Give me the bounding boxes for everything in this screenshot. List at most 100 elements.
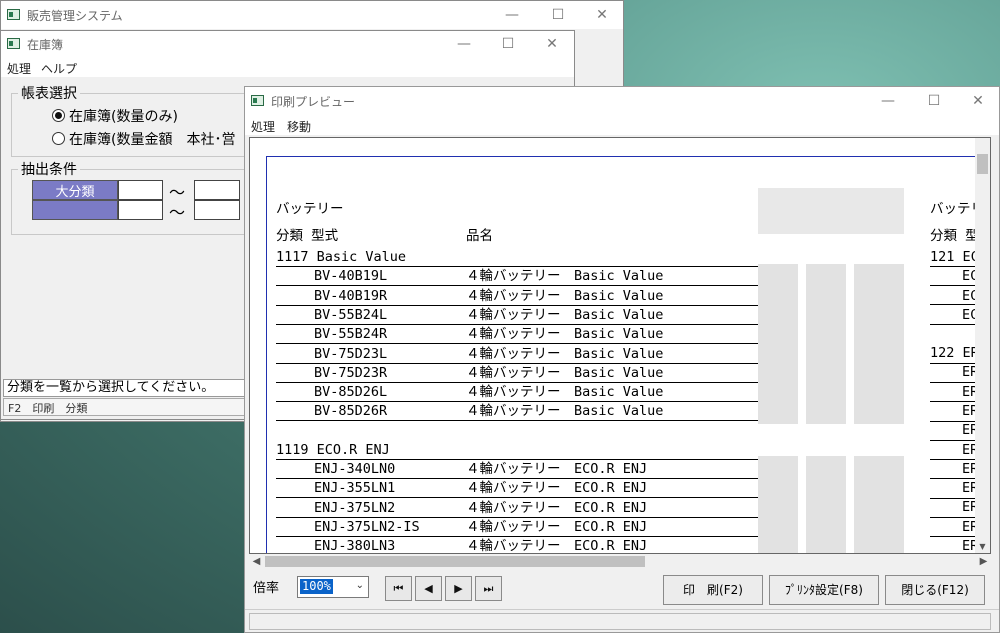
blurred-values xyxy=(758,264,798,424)
preview-window-title: 印刷プレビュー xyxy=(271,95,356,109)
category-label: 大分類 xyxy=(32,180,118,200)
blurred-values xyxy=(758,456,798,553)
report-row-model: BV-75D23L xyxy=(314,345,388,362)
radio-stock-qty-amount[interactable]: 在庫簿(数量金額 本社･営 xyxy=(52,129,235,149)
close-button[interactable]: ✕ xyxy=(529,31,575,57)
preview-menubar: 処理 移動 xyxy=(245,115,999,135)
report-right-group-header: 122 ER xyxy=(930,345,979,361)
page-border-top xyxy=(266,156,986,157)
preview-canvas[interactable]: バッテリー 分類 型式 品名 1117 Basic Value BV-40B19L… xyxy=(249,137,991,554)
report-row-name: ４輪バッテリー ECO.R ENJ xyxy=(466,518,648,535)
range-tilde: ～ xyxy=(169,203,186,222)
prev-page-icon: ◀ xyxy=(424,582,433,595)
report-row-name: ４輪バッテリー ECO.R ENJ xyxy=(466,480,648,497)
report-row-model: BV-40B19L xyxy=(314,268,388,285)
preview-status-cell xyxy=(249,613,991,630)
zoom-label: 倍率 xyxy=(253,581,280,596)
report-row-model: BV-55B24R xyxy=(314,326,388,343)
page-border-left xyxy=(266,156,267,553)
next-page-button[interactable]: ▶ xyxy=(445,576,472,601)
report-row-model: BV-85D26L xyxy=(314,384,388,401)
main-titlebar[interactable]: 販売管理システム — ☐ ✕ xyxy=(1,1,623,29)
stock-titlebar[interactable]: 在庫簿 — ☐ ✕ xyxy=(1,31,574,57)
scroll-down-icon[interactable]: ▼ xyxy=(975,540,990,553)
report-row-model: BV-75D23R xyxy=(314,364,388,381)
preview-status-bar xyxy=(245,609,999,632)
report-row-name: ４輪バッテリー ECO.R ENJ xyxy=(466,499,648,516)
app-icon xyxy=(7,38,20,49)
minimize-button[interactable]: — xyxy=(441,31,487,57)
menu-help[interactable]: ヘルプ xyxy=(41,60,77,77)
stock-menubar: 処理 ヘルプ xyxy=(1,57,574,77)
report-row-name: ４輪バッテリー Basic Value xyxy=(466,345,664,362)
blurred-values xyxy=(854,456,904,553)
report-section-title: バッテリー xyxy=(276,201,344,217)
category-from-input[interactable] xyxy=(118,180,163,200)
menu-move[interactable]: 移動 xyxy=(287,118,311,135)
print-preview-window: 印刷プレビュー — ☐ ✕ 処理 移動 バッテリー 分類 型式 品名 1117 … xyxy=(244,86,1000,633)
function-key-text: F2 印刷 分類 xyxy=(8,402,88,415)
category2-from-input[interactable] xyxy=(118,200,163,220)
prev-page-button[interactable]: ◀ xyxy=(415,576,442,601)
radio-selected-icon[interactable] xyxy=(52,109,65,122)
report-col-name: 品名 xyxy=(466,228,493,244)
horizontal-scrollbar[interactable]: ◀ ▶ xyxy=(249,554,991,569)
report-col-category-model: 分類 型式 xyxy=(276,228,339,244)
report-row-name: ４輪バッテリー ECO.R ENJ xyxy=(466,461,648,477)
first-page-icon: ⏮ xyxy=(393,582,404,595)
category-to-input[interactable] xyxy=(194,180,240,200)
printer-setup-button[interactable]: ﾌﾟﾘﾝﾀ設定(F8) xyxy=(769,575,879,605)
close-button[interactable]: ✕ xyxy=(955,87,1000,115)
minimize-button[interactable]: — xyxy=(489,1,535,29)
chevron-down-icon[interactable]: ⌄ xyxy=(356,580,364,591)
radio-stock-qty[interactable]: 在庫簿(数量のみ) xyxy=(52,106,178,126)
vertical-scrollbar[interactable]: ▼ xyxy=(975,138,990,553)
report-row-model: BV-85D26R xyxy=(314,403,388,420)
report-row-name: ４輪バッテリー Basic Value xyxy=(466,268,664,285)
blurred-values xyxy=(854,264,904,424)
vertical-scroll-thumb[interactable] xyxy=(977,154,988,174)
report-select-group: 帳表選択 在庫簿(数量のみ) 在庫簿(数量金額 本社･営 xyxy=(11,83,251,157)
radio-unselected-icon[interactable] xyxy=(52,132,65,145)
maximize-button[interactable]: ☐ xyxy=(485,31,531,57)
filter-label: 抽出条件 xyxy=(18,159,80,179)
report-rule xyxy=(276,420,758,422)
print-button[interactable]: 印 刷(F2) xyxy=(663,575,763,605)
report-row-name: ４輪バッテリー Basic Value xyxy=(466,384,664,401)
report-row-model: ENJ-380LN3 xyxy=(314,538,396,554)
maximize-button[interactable]: ☐ xyxy=(535,1,581,29)
scroll-left-icon[interactable]: ◀ xyxy=(249,554,264,569)
report-row-name: ４輪バッテリー Basic Value xyxy=(466,287,664,304)
report-row-name: ４輪バッテリー Basic Value xyxy=(466,364,664,381)
last-page-button[interactable]: ⏭ xyxy=(475,576,502,601)
report-select-label: 帳表選択 xyxy=(18,83,80,103)
close-preview-button[interactable]: 閉じる(F12) xyxy=(885,575,985,605)
last-page-icon: ⏭ xyxy=(483,582,494,595)
horizontal-scroll-thumb[interactable] xyxy=(265,556,645,567)
report-row-model: ENJ-355LN1 xyxy=(314,480,396,497)
scroll-right-icon[interactable]: ▶ xyxy=(976,554,991,569)
report-row-model: ENJ-375LN2-IS xyxy=(314,518,420,535)
minimize-button[interactable]: — xyxy=(865,87,911,115)
report-group-header: 1119 ECO.R ENJ xyxy=(276,441,390,458)
report-row-model: BV-40B19R xyxy=(314,287,388,304)
report-row-model: ENJ-375LN2 xyxy=(314,499,396,516)
zoom-select[interactable]: 100% ⌄ xyxy=(297,576,369,598)
close-button[interactable]: ✕ xyxy=(579,1,625,29)
category2-to-input[interactable] xyxy=(194,200,240,220)
menu-process[interactable]: 処理 xyxy=(251,118,275,135)
preview-titlebar[interactable]: 印刷プレビュー — ☐ ✕ xyxy=(245,87,999,115)
blurred-column-headers xyxy=(758,188,904,234)
report-row-name: ４輪バッテリー Basic Value xyxy=(466,403,664,420)
report-right-group-header: 121 EC xyxy=(930,249,979,265)
blurred-values xyxy=(806,264,846,424)
report-row-name: ４輪バッテリー ECO.R ENJ xyxy=(466,538,648,554)
category2-label xyxy=(32,200,118,220)
menu-process[interactable]: 処理 xyxy=(7,60,31,77)
maximize-button[interactable]: ☐ xyxy=(911,87,957,115)
report-right-col-header: 分類 型 xyxy=(930,228,979,244)
report-row-name: ４輪バッテリー Basic Value xyxy=(466,306,664,323)
first-page-button[interactable]: ⏮ xyxy=(385,576,412,601)
app-icon xyxy=(7,9,20,20)
next-page-icon: ▶ xyxy=(454,582,463,595)
